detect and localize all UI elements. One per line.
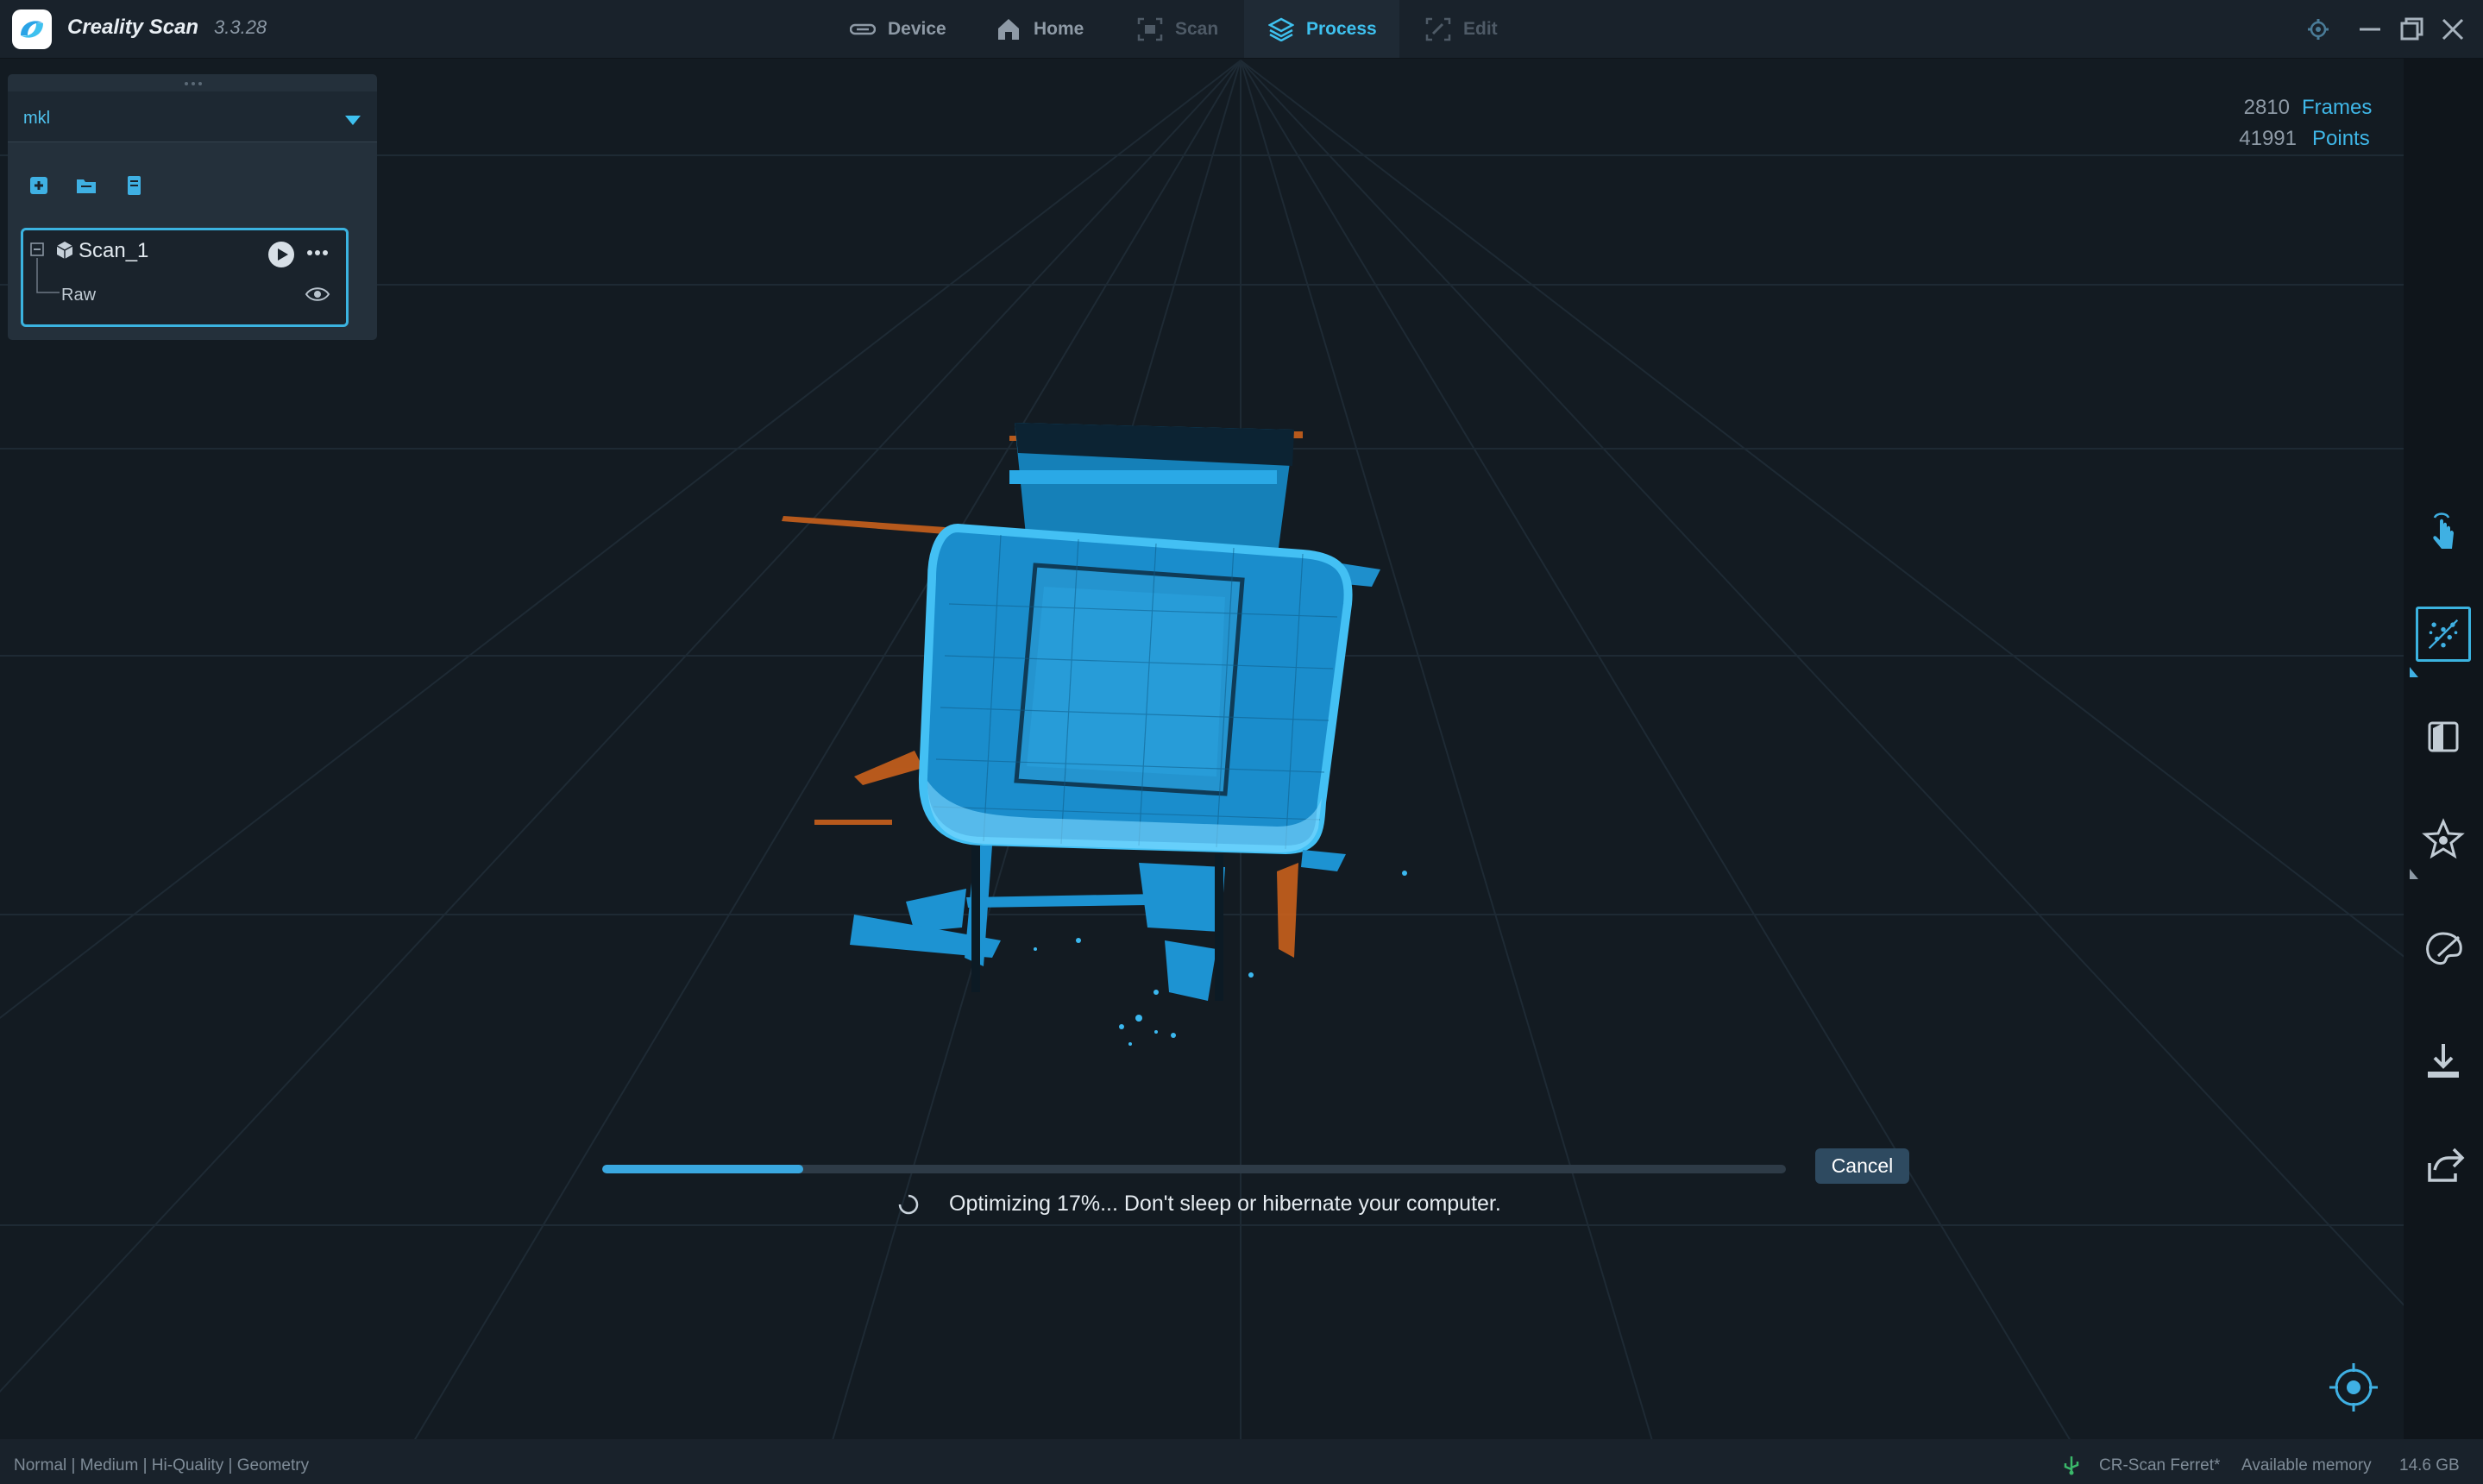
scan-mode-info: Normal | Medium | Hi-Quality | Geometry (14, 1456, 310, 1475)
drag-handle-icon[interactable] (184, 81, 203, 86)
progress-message: Optimizing 17%... Don't sleep or hiberna… (949, 1192, 1501, 1216)
minimize-icon[interactable] (2355, 15, 2385, 44)
tab-device[interactable]: Device (850, 0, 953, 58)
star-icon[interactable] (2416, 811, 2471, 866)
frames-label: Frames (2302, 96, 2373, 119)
frames-count: 2810 (2243, 96, 2290, 119)
submenu-indicator-icon (2410, 667, 2418, 677)
device-name: CR-Scan Ferret* (2099, 1456, 2221, 1475)
memory-label: Available memory (2241, 1456, 2372, 1475)
share-icon[interactable] (2416, 1137, 2471, 1192)
progress-fill (602, 1165, 804, 1173)
progress-bar (602, 1165, 1786, 1173)
usb-icon (2064, 1456, 2079, 1475)
tab-scan[interactable]: Scan (1137, 0, 1241, 58)
scan-child-raw[interactable]: Raw (61, 286, 96, 305)
download-icon[interactable] (2416, 1034, 2471, 1089)
project-panel: mkl Scan_1 Raw (8, 74, 377, 340)
scan-icon (1137, 17, 1163, 41)
submenu-indicator-icon (2410, 869, 2418, 879)
layers-icon (1268, 17, 1294, 41)
status-bar: Normal | Medium | Hi-Quality | Geometry … (0, 1439, 2483, 1484)
device-icon (850, 23, 876, 35)
tab-device-label: Device (888, 18, 946, 39)
loading-spinner-icon (898, 1194, 919, 1215)
scan-name: Scan_1 (79, 239, 149, 262)
tree-connector (36, 258, 60, 293)
tab-home[interactable]: Home (996, 0, 1099, 58)
eye-icon[interactable] (305, 286, 330, 303)
collapse-icon[interactable] (30, 242, 44, 256)
project-name: mkl (23, 109, 51, 128)
hand-pointer-icon[interactable] (2416, 502, 2471, 557)
cube-icon (56, 242, 73, 259)
document-icon[interactable] (121, 173, 147, 198)
settings-icon[interactable] (2304, 15, 2333, 44)
tab-home-label: Home (1034, 18, 1084, 39)
play-icon[interactable] (267, 241, 295, 268)
chevron-down-icon (345, 116, 361, 125)
close-icon[interactable] (2438, 15, 2467, 44)
scan-item[interactable]: Scan_1 Raw (21, 228, 349, 327)
app-logo-icon (12, 9, 52, 49)
project-dropdown[interactable]: mkl (8, 91, 377, 142)
open-folder-icon[interactable] (73, 173, 99, 198)
points-count: 41991 (2239, 127, 2297, 150)
points-label: Points (2312, 127, 2370, 150)
point-cloud-icon[interactable] (2416, 607, 2471, 662)
app-version: 3.3.28 (214, 16, 267, 38)
tab-process[interactable]: Process (1244, 0, 1399, 58)
tab-edit-label: Edit (1463, 18, 1498, 39)
home-icon (998, 18, 1019, 40)
memory-value: 14.6 GB (2399, 1456, 2460, 1475)
cancel-button[interactable]: Cancel (1815, 1148, 1909, 1184)
tab-edit[interactable]: Edit (1425, 0, 1529, 58)
point-cloud-model (782, 423, 1407, 1046)
title-bar: Creality Scan 3.3.28 Device Home Scan Pr… (0, 0, 2483, 59)
more-options-icon[interactable] (306, 249, 329, 256)
target-icon[interactable] (2326, 1360, 2381, 1415)
tab-scan-label: Scan (1175, 18, 1219, 39)
split-icon[interactable] (2416, 709, 2471, 764)
restore-icon[interactable] (2397, 15, 2426, 44)
edit-icon (1425, 17, 1451, 41)
add-icon[interactable] (26, 173, 52, 198)
palette-icon[interactable] (2416, 921, 2471, 977)
tab-process-label: Process (1306, 18, 1377, 39)
app-name: Creality Scan (67, 16, 199, 39)
